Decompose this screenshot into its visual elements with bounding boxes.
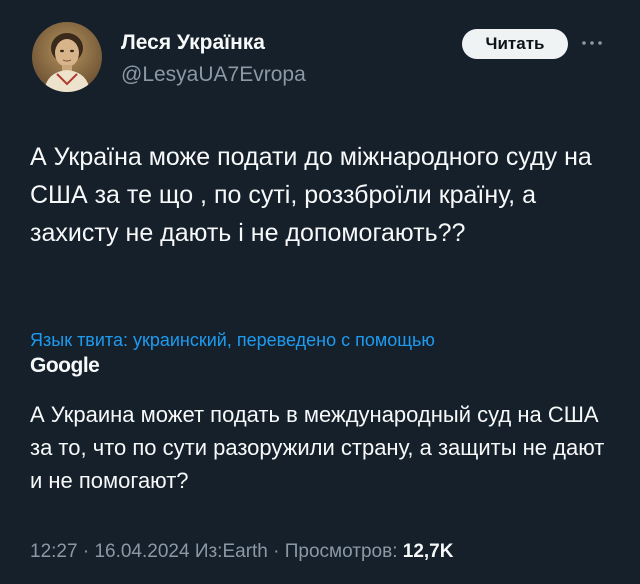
author-name[interactable]: Леся Українка (121, 30, 265, 56)
tweet-source: Из:Earth (194, 541, 268, 562)
tweet-date[interactable]: 16.04.2024 (94, 541, 189, 562)
tweet-card: Леся Українка @LesyaUA7Evropa Читать А У… (0, 0, 640, 584)
google-logo: Google (30, 354, 100, 377)
views-count: 12,7K (402, 541, 454, 562)
portrait-icon (32, 22, 102, 92)
read-button[interactable]: Читать (462, 29, 568, 59)
meta-separator: · (273, 541, 280, 562)
author-handle[interactable]: @LesyaUA7Evropa (121, 62, 306, 88)
tweet-text: А Україна може подати до міжнародного су… (30, 143, 592, 247)
meta-separator: · (82, 541, 90, 562)
more-horizontal-icon[interactable] (580, 36, 604, 48)
translation-label[interactable]: Язык твита: украинский, переведено с пом… (30, 328, 620, 352)
translated-text: А Украина может подать в международный с… (30, 402, 605, 493)
tweet-time[interactable]: 12:27 (30, 541, 78, 562)
views-label: Просмотров: (284, 541, 398, 562)
tweet-meta: 12:27 · 16.04.2024 Из:Earth · Просмотров… (30, 540, 453, 564)
author-avatar[interactable] (32, 22, 102, 92)
